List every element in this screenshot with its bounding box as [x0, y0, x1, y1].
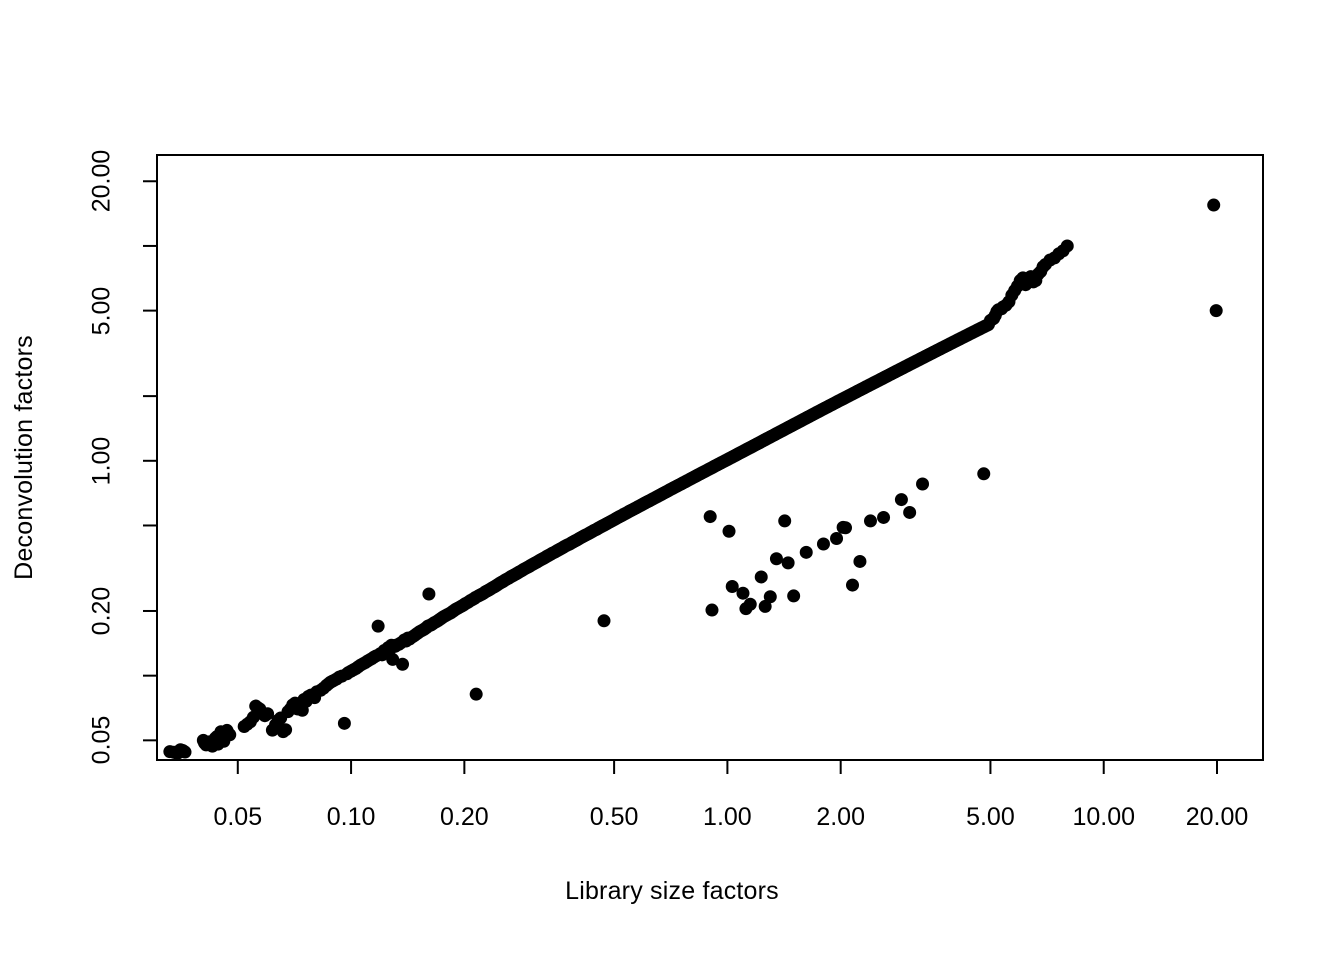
x-tick-label: 1.00 — [703, 803, 752, 831]
data-point — [705, 603, 719, 617]
y-tick-label: 5.00 — [87, 286, 116, 335]
x-tick-label: 2.00 — [816, 803, 866, 831]
data-point — [916, 477, 930, 491]
data-point — [736, 586, 750, 600]
x-tick-label: 5.00 — [966, 803, 1015, 831]
data-point — [1209, 304, 1223, 318]
data-point — [274, 711, 288, 725]
x-tick-label: 0.05 — [213, 803, 263, 831]
data-point — [703, 510, 717, 524]
data-point — [396, 657, 410, 671]
data-point — [769, 552, 783, 566]
data-point — [787, 589, 801, 603]
data-point — [422, 587, 436, 601]
data-point — [1056, 244, 1070, 258]
scatter-plot-figure: Library size factors Deconvolution facto… — [0, 0, 1344, 960]
data-point — [469, 687, 483, 701]
data-point — [863, 514, 877, 528]
y-tick-label: 1.00 — [87, 436, 116, 486]
y-tick-label: 0.05 — [87, 715, 116, 765]
data-point — [903, 505, 917, 519]
data-point — [725, 580, 739, 593]
y-tick-label: 0.20 — [87, 586, 116, 636]
y-tick-label: 20.00 — [87, 149, 116, 213]
x-tick-label: 0.50 — [589, 803, 639, 831]
x-tick-label: 20.00 — [1185, 803, 1249, 831]
data-point — [763, 590, 777, 604]
x-tick-label: 0.20 — [440, 803, 489, 831]
data-point — [781, 556, 795, 570]
data-point — [722, 524, 736, 538]
plot-canvas — [0, 0, 1344, 960]
data-point — [175, 743, 189, 757]
data-point — [1002, 295, 1016, 309]
data-point — [279, 723, 293, 737]
data-point — [853, 554, 867, 568]
data-point — [754, 570, 768, 584]
data-point — [778, 514, 792, 528]
data-point — [337, 716, 351, 730]
data-point — [894, 493, 908, 507]
data-point — [839, 521, 853, 535]
data-point — [799, 545, 813, 559]
figure-background — [0, 0, 1344, 960]
x-tick-label: 10.00 — [1072, 803, 1135, 831]
data-point — [371, 619, 385, 633]
data-point — [743, 597, 757, 611]
data-point — [261, 707, 275, 721]
data-point — [830, 531, 844, 545]
data-point — [846, 578, 859, 592]
x-axis-title: Library size factors — [565, 877, 779, 905]
data-point — [597, 614, 611, 628]
data-point — [1207, 198, 1221, 212]
data-point — [877, 510, 891, 524]
x-tick-label: 0.10 — [326, 803, 376, 831]
data-point — [221, 726, 235, 740]
y-axis-title: Deconvolution factors — [10, 335, 38, 580]
data-point — [977, 467, 991, 481]
data-point — [816, 537, 830, 551]
